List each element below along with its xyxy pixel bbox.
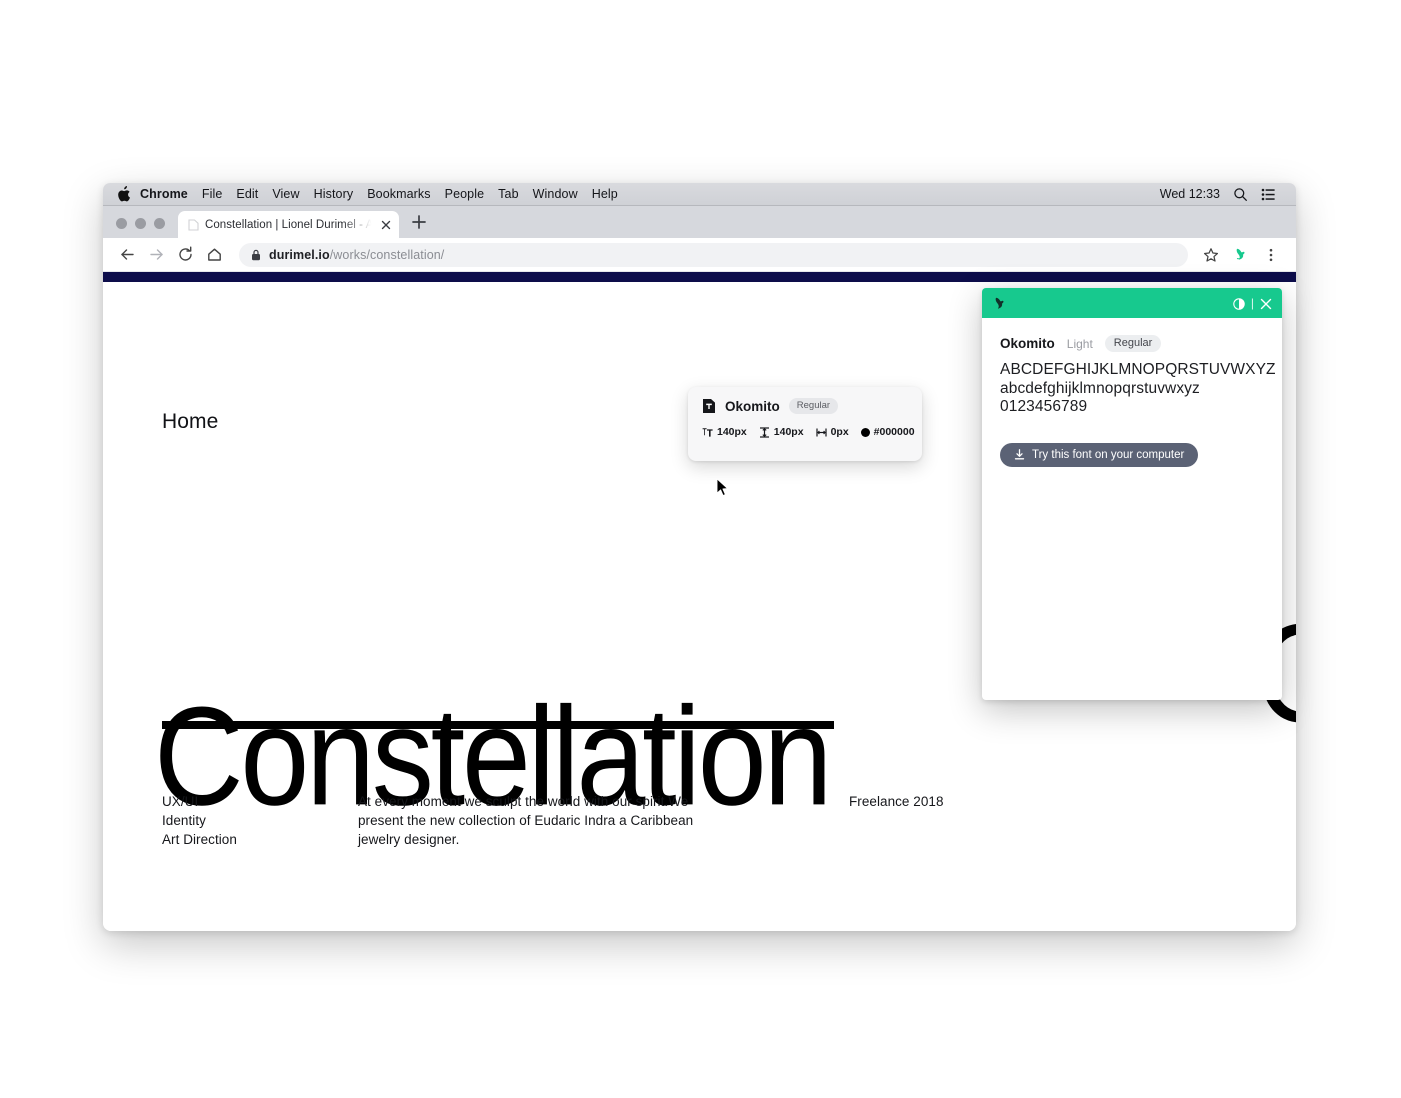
page-favicon bbox=[188, 218, 199, 231]
whatfont-weight-light[interactable]: Light bbox=[1067, 337, 1093, 351]
page-top-accent-bar bbox=[103, 272, 1296, 282]
back-arrow-icon[interactable] bbox=[115, 242, 140, 267]
menu-item-history[interactable]: History bbox=[307, 183, 361, 205]
window-minimize-button[interactable] bbox=[135, 218, 146, 229]
tooltip-metric-letter-spacing: 0px bbox=[815, 426, 849, 438]
whatfont-font-header: Okomito Light Regular bbox=[1000, 335, 1264, 352]
tooltip-metric-color-value: #000000 bbox=[873, 426, 915, 438]
try-font-button[interactable]: Try this font on your computer bbox=[1000, 442, 1199, 467]
tooltip-metrics-row: 140px 140px 0px #000000 bbox=[702, 426, 915, 438]
forward-arrow-icon[interactable] bbox=[144, 242, 169, 267]
letter-spacing-icon bbox=[815, 427, 827, 438]
whatfont-panel-header-actions: | bbox=[1233, 296, 1272, 310]
new-tab-button[interactable] bbox=[406, 209, 432, 235]
tooltip-metric-color: #000000 bbox=[860, 426, 915, 438]
whatfont-panel-body: Okomito Light Regular ABCDEFGHIJKLMNOPQR… bbox=[982, 318, 1282, 467]
menu-item-view[interactable]: View bbox=[265, 183, 306, 205]
window-close-button[interactable] bbox=[116, 218, 127, 229]
whatfont-extension-panel: | Okomito Light Regular ABCDEFGHIJKLMNOP… bbox=[982, 288, 1282, 700]
chrome-toolbar: durimel.io/works/constellation/ bbox=[103, 238, 1296, 272]
menu-item-file[interactable]: File bbox=[195, 183, 230, 205]
whatfont-bird-icon bbox=[992, 295, 1009, 312]
tooltip-metric-font-size: 140px bbox=[702, 426, 747, 438]
font-file-icon bbox=[702, 398, 716, 414]
macos-menu-bar: Chrome File Edit View History Bookmarks … bbox=[103, 183, 1296, 206]
tooltip-font-name: Okomito bbox=[725, 398, 780, 414]
menu-bar-status-area: Wed 12:33 bbox=[1160, 187, 1288, 202]
chrome-tab-strip: Constellation | Lionel Durimel - A bbox=[103, 206, 1296, 238]
specimen-uppercase: ABCDEFGHIJKLMNOPQRSTUVWXYZ bbox=[1000, 361, 1276, 378]
download-icon bbox=[1014, 449, 1025, 460]
window-maximize-button[interactable] bbox=[154, 218, 165, 229]
font-size-icon bbox=[702, 427, 713, 438]
control-center-icon[interactable] bbox=[1261, 187, 1276, 202]
header-divider: | bbox=[1250, 296, 1254, 310]
color-swatch-icon bbox=[860, 427, 870, 437]
address-bar[interactable]: durimel.io/works/constellation/ bbox=[239, 242, 1188, 267]
project-description: At every moment we sculpt the world with… bbox=[358, 794, 694, 847]
close-icon[interactable] bbox=[1260, 297, 1272, 310]
search-icon[interactable] bbox=[1233, 187, 1248, 202]
menu-item-help[interactable]: Help bbox=[585, 183, 625, 205]
star-icon[interactable] bbox=[1198, 242, 1224, 268]
specimen-digits: 0123456789 bbox=[1000, 398, 1088, 415]
browser-tab-title: Constellation | Lionel Durimel - A bbox=[205, 218, 374, 231]
menu-bar-clock[interactable]: Wed 12:33 bbox=[1160, 187, 1220, 201]
menu-item-tab[interactable]: Tab bbox=[491, 183, 525, 205]
tooltip-metric-letter-spacing-value: 0px bbox=[830, 426, 849, 438]
whatfont-inspector-tooltip: Okomito Regular 140px 140px 0px #000000 bbox=[688, 387, 922, 461]
reload-icon[interactable] bbox=[173, 242, 198, 267]
theme-toggle-icon[interactable] bbox=[1233, 297, 1245, 310]
address-bar-url: durimel.io/works/constellation/ bbox=[269, 248, 444, 262]
close-icon[interactable] bbox=[379, 218, 393, 232]
tooltip-font-row: Okomito Regular bbox=[702, 398, 908, 414]
tooltip-metric-line-height: 140px bbox=[759, 426, 804, 438]
project-year: Freelance 2018 bbox=[849, 794, 944, 809]
menu-item-people[interactable]: People bbox=[438, 183, 492, 205]
three-dot-menu-icon[interactable] bbox=[1258, 242, 1284, 268]
hero-title-underline bbox=[162, 721, 834, 729]
tooltip-metric-font-size-value: 140px bbox=[717, 426, 747, 438]
url-path: /works/constellation/ bbox=[329, 247, 445, 262]
project-tags: UX/UI Identity Art Direction bbox=[162, 794, 237, 847]
whatfont-panel-header: | bbox=[982, 288, 1282, 318]
home-icon[interactable] bbox=[202, 242, 227, 267]
menu-item-chrome[interactable]: Chrome bbox=[133, 183, 195, 205]
try-font-button-label: Try this font on your computer bbox=[1032, 448, 1185, 461]
menu-item-edit[interactable]: Edit bbox=[229, 183, 265, 205]
browser-tab[interactable]: Constellation | Lionel Durimel - A bbox=[178, 211, 400, 238]
tooltip-font-style-badge: Regular bbox=[788, 398, 839, 414]
whatfont-bird-icon[interactable] bbox=[1228, 242, 1254, 268]
whatfont-weight-regular[interactable]: Regular bbox=[1104, 335, 1162, 352]
url-host: durimel.io bbox=[269, 247, 330, 262]
tooltip-metric-line-height-value: 140px bbox=[773, 426, 804, 438]
line-height-icon bbox=[759, 426, 770, 438]
whatfont-specimen: ABCDEFGHIJKLMNOPQRSTUVWXYZ abcdefghijklm… bbox=[1000, 361, 1276, 417]
lock-icon bbox=[251, 249, 261, 261]
specimen-lowercase: abcdefghijklmnopqrstuvwxyz bbox=[1000, 379, 1200, 397]
menu-item-bookmarks[interactable]: Bookmarks bbox=[360, 183, 437, 205]
window-traffic-lights bbox=[103, 218, 178, 238]
whatfont-font-name: Okomito bbox=[1000, 336, 1055, 351]
apple-logo-icon[interactable] bbox=[117, 186, 131, 202]
screenshot-root: Chrome File Edit View History Bookmarks … bbox=[0, 0, 1401, 1098]
nav-home-link[interactable]: Home bbox=[162, 410, 218, 434]
menu-item-window[interactable]: Window bbox=[526, 183, 585, 205]
